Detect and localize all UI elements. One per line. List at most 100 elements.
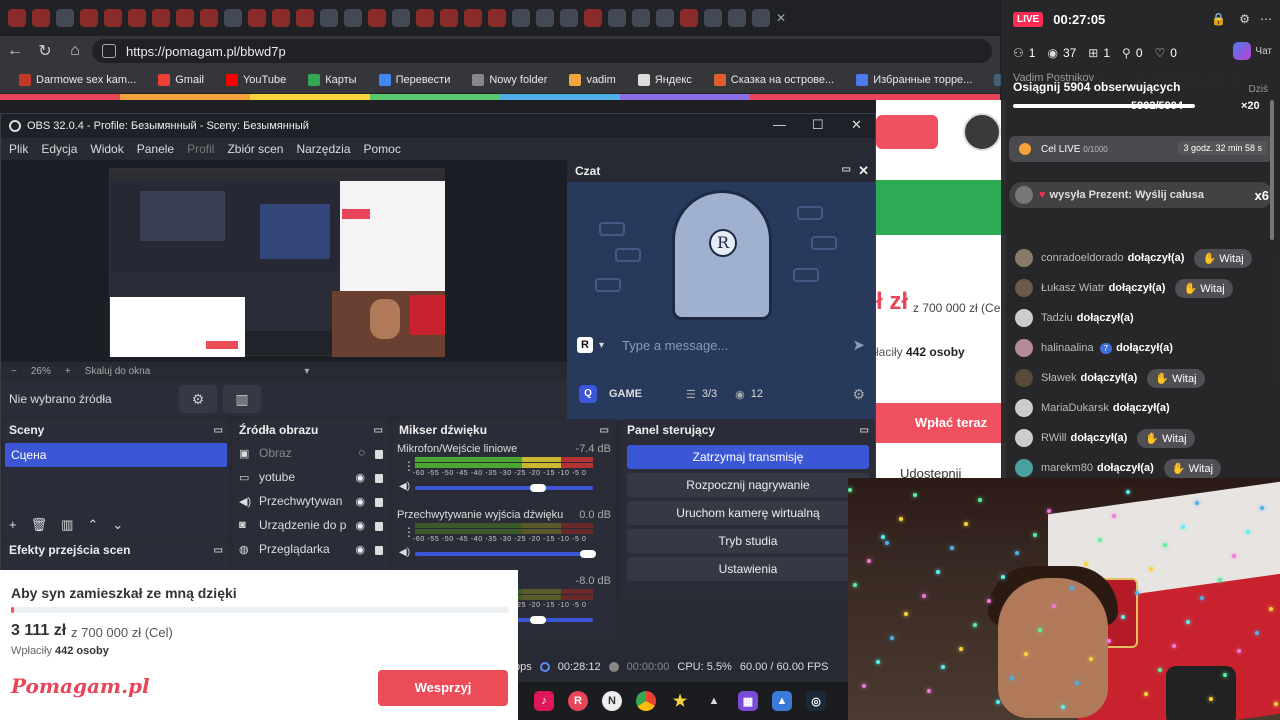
volume-slider[interactable] [415, 550, 596, 558]
eye-icon[interactable]: ◉ [355, 471, 365, 484]
user-name[interactable]: Łukasz Wiatr [1041, 282, 1105, 294]
zoom-out-button[interactable]: − [11, 366, 17, 377]
bookmark-item[interactable]: Gmail [149, 73, 213, 86]
close-icon[interactable]: ✕ [776, 11, 786, 25]
tab-favicon-icon[interactable] [128, 9, 146, 27]
bookmark-item[interactable]: Darmowe sex kam... [10, 73, 145, 86]
tab-favicon-icon[interactable] [176, 9, 194, 27]
eye-off-icon[interactable]: ◌ [358, 447, 365, 459]
support-button[interactable]: Wesprzyj [378, 670, 508, 706]
welcome-button[interactable]: ✋ Witaj [1163, 458, 1222, 478]
user-name[interactable]: RWill [1041, 432, 1066, 444]
tab-favicon-icon[interactable] [728, 9, 746, 27]
source-item[interactable]: ▣ Obraz ◌ [233, 441, 389, 465]
eye-icon[interactable]: ◉ [355, 519, 365, 532]
welcome-button[interactable]: ✋ Witaj [1147, 368, 1205, 388]
more-icon[interactable]: ⋮ [403, 459, 415, 473]
tab-favicon-icon[interactable] [704, 9, 722, 27]
control-button[interactable]: Zatrzymaj transmisję [627, 445, 869, 469]
user-name[interactable]: Tadziu [1041, 312, 1073, 324]
pay-now-button[interactable]: Wpłać teraz [876, 403, 1006, 443]
chevron-down-icon[interactable]: ▾ [304, 366, 309, 377]
float-icon[interactable]: ▭ [214, 545, 223, 556]
add-icon[interactable]: + [9, 517, 17, 533]
volume-knob[interactable] [579, 550, 596, 558]
source-item[interactable]: ◍ Przeglądarka ◉ [233, 537, 389, 561]
tab-favicon-icon[interactable] [752, 9, 770, 27]
close-icon[interactable]: ✕ [858, 163, 869, 179]
more-icon[interactable]: ⋮ [403, 525, 415, 539]
user-name[interactable]: halinaalina [1041, 342, 1094, 354]
photos-icon[interactable]: ▲ [772, 691, 792, 711]
back-icon[interactable]: ← [0, 42, 30, 60]
float-icon[interactable]: ▭ [842, 164, 851, 175]
bookmark-item[interactable]: YouTube [217, 73, 295, 86]
app-icon[interactable]: N [602, 691, 622, 711]
menu-item[interactable]: Edycja [41, 142, 77, 156]
lock-icon[interactable]: 🔒 [1211, 12, 1226, 26]
menu-item[interactable]: Widok [90, 142, 123, 156]
star-icon[interactable]: ★ [670, 691, 690, 711]
site-info-icon[interactable] [102, 44, 116, 58]
source-item[interactable]: ◀) Przechwytywan ◉ [233, 489, 389, 513]
user-name[interactable]: conradoeldorado [1041, 252, 1124, 264]
volume-knob[interactable] [529, 484, 546, 492]
steam-icon[interactable]: ◎ [806, 691, 826, 711]
close-icon[interactable]: ✕ [851, 117, 862, 133]
home-icon[interactable]: ⌂ [60, 42, 90, 60]
tab-favicon-icon[interactable] [56, 9, 74, 27]
app-grid-icon[interactable]: ▦ [738, 691, 758, 711]
control-button[interactable]: Uruchom kamerę wirtualną [627, 501, 869, 525]
volume-slider[interactable] [415, 484, 593, 492]
more-icon[interactable]: ⋯ [1260, 12, 1272, 26]
tab-favicon-icon[interactable] [224, 9, 242, 27]
eye-icon[interactable]: ◉ [355, 543, 365, 556]
tab-favicon-icon[interactable] [416, 9, 434, 27]
gear-icon[interactable]: ⚙ [852, 386, 865, 403]
menu-item[interactable]: Profil [187, 142, 214, 156]
chevron-down-icon[interactable]: ⌄ [112, 517, 123, 533]
bookmark-item[interactable]: Сказка на острове... [705, 73, 843, 86]
bookmark-item[interactable]: Яндекс [629, 73, 701, 86]
chat-button[interactable]: Чат [1233, 42, 1272, 60]
lock-icon[interactable] [375, 450, 383, 459]
zoom-in-button[interactable]: + [65, 366, 71, 377]
scene-item[interactable]: Сцена [5, 443, 227, 467]
gear-icon[interactable]: ⚙ [179, 385, 217, 413]
tab-favicon-icon[interactable] [632, 9, 650, 27]
speaker-icon[interactable]: ◀) [399, 547, 410, 558]
control-button[interactable]: Tryb studia [627, 529, 869, 553]
tab-favicon-icon[interactable] [320, 9, 338, 27]
webpage-red-button[interactable] [876, 115, 938, 149]
tab-favicon-icon[interactable] [80, 9, 98, 27]
chevron-up-icon[interactable]: ⌃ [87, 517, 98, 533]
float-icon[interactable]: ▭ [374, 425, 383, 436]
welcome-button[interactable]: ✋ Witaj [1137, 428, 1195, 448]
control-button[interactable]: Rozpocznij nagrywanie [627, 473, 869, 497]
tab-favicon-icon[interactable] [200, 9, 218, 27]
welcome-button[interactable]: ✋ Witaj [1194, 248, 1252, 268]
gear-icon[interactable]: ⚙ [1239, 12, 1250, 26]
menu-item[interactable]: Zbiór scen [227, 142, 283, 156]
tab-favicon-icon[interactable] [440, 9, 458, 27]
tab-favicon-icon[interactable] [152, 9, 170, 27]
user-name[interactable]: Sławek [1041, 372, 1076, 384]
filters-icon[interactable]: ▥ [223, 385, 261, 413]
tab-favicon-icon[interactable] [104, 9, 122, 27]
float-icon[interactable]: ▭ [214, 425, 223, 436]
volume-knob[interactable] [529, 616, 546, 624]
source-item[interactable]: ▭ yotube ◉ [233, 465, 389, 489]
user-name[interactable]: MariaDukarsk [1041, 402, 1109, 414]
restream-icon[interactable]: R [568, 691, 588, 711]
menu-item[interactable]: Panele [137, 142, 174, 156]
tab-favicon-icon[interactable] [608, 9, 626, 27]
lock-icon[interactable] [375, 522, 383, 531]
source-item[interactable]: ◙ Urządzenie do p ◉ [233, 513, 389, 537]
tab-favicon-icon[interactable] [296, 9, 314, 27]
tab-favicon-icon[interactable] [272, 9, 290, 27]
lock-icon[interactable] [375, 474, 383, 483]
maximize-icon[interactable]: ☐ [812, 117, 824, 133]
float-icon[interactable]: ▭ [600, 425, 609, 436]
minimize-icon[interactable]: — [773, 117, 786, 132]
speaker-icon[interactable]: ◀) [399, 481, 410, 492]
